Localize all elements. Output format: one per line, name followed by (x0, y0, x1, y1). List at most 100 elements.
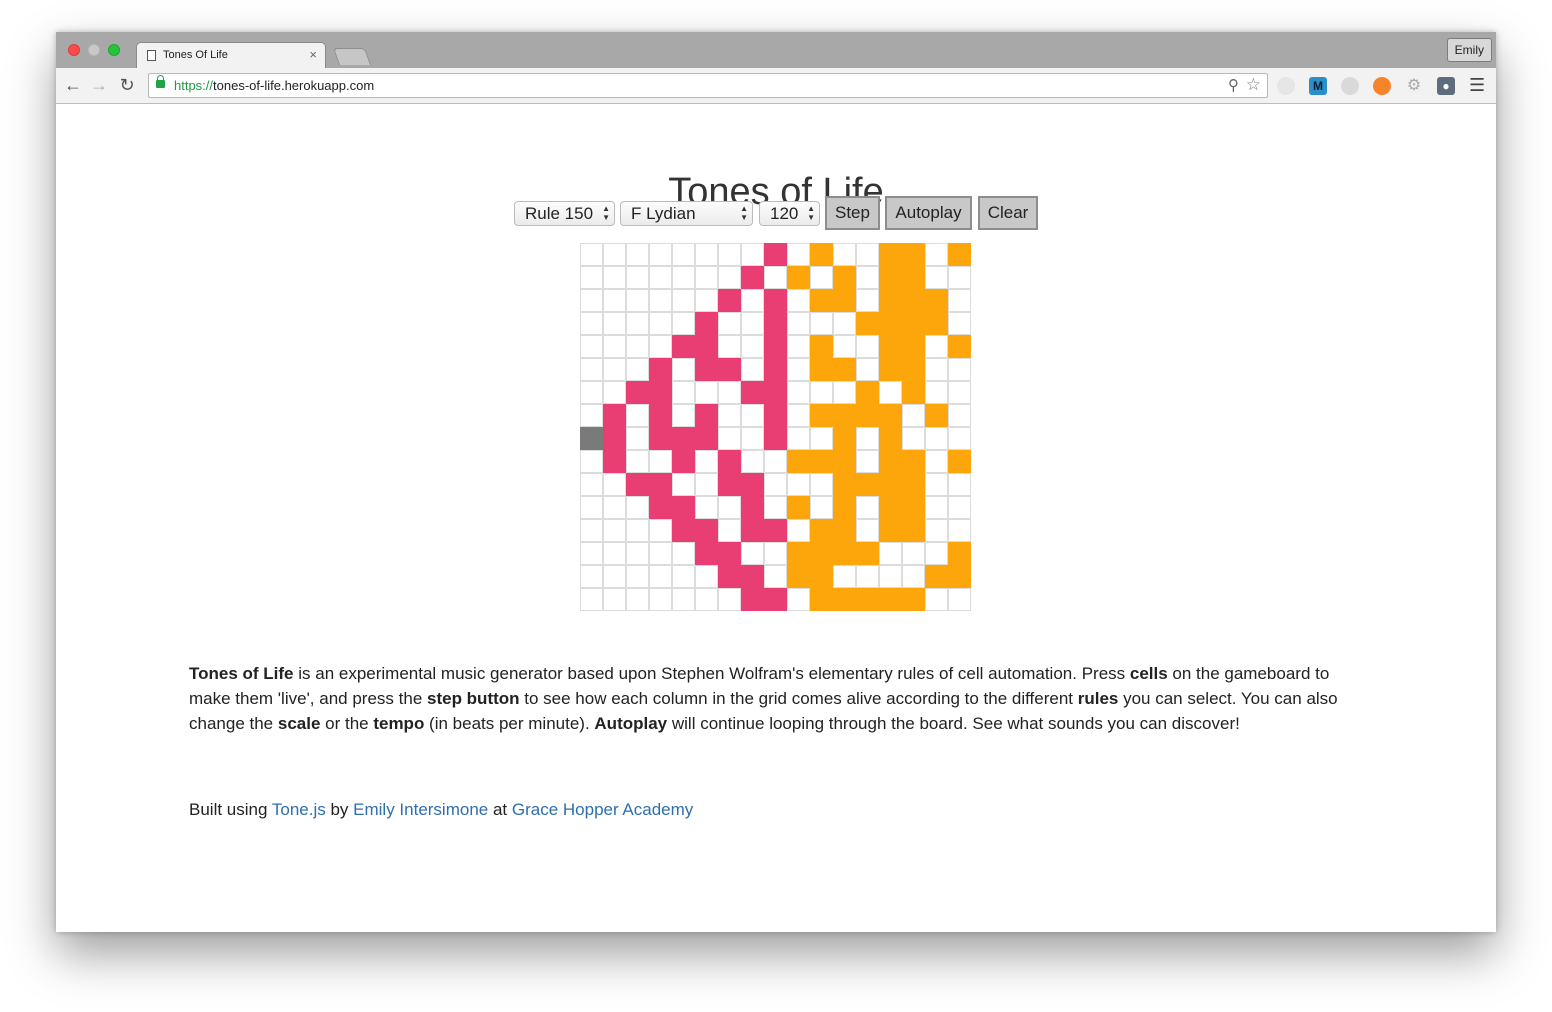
board-cell[interactable] (603, 450, 626, 473)
board-cell[interactable] (902, 358, 925, 381)
board-cell[interactable] (580, 404, 603, 427)
board-cell[interactable] (856, 381, 879, 404)
board-cell[interactable] (695, 381, 718, 404)
board-cell[interactable] (764, 519, 787, 542)
board-cell[interactable] (649, 473, 672, 496)
board-cell[interactable] (580, 542, 603, 565)
board-cell[interactable] (879, 358, 902, 381)
board-cell[interactable] (649, 381, 672, 404)
board-cell[interactable] (810, 289, 833, 312)
board-cell[interactable] (718, 496, 741, 519)
board-cell[interactable] (810, 243, 833, 266)
board-cell[interactable] (580, 289, 603, 312)
board-cell[interactable] (902, 496, 925, 519)
board-cell[interactable] (741, 473, 764, 496)
board-cell[interactable] (741, 243, 764, 266)
board-cell[interactable] (856, 473, 879, 496)
board-cell[interactable] (810, 565, 833, 588)
board-cell[interactable] (672, 427, 695, 450)
board-cell[interactable] (833, 450, 856, 473)
board-cell[interactable] (902, 404, 925, 427)
board-cell[interactable] (649, 289, 672, 312)
board-cell[interactable] (902, 565, 925, 588)
board-cell[interactable] (603, 473, 626, 496)
board-cell[interactable] (626, 404, 649, 427)
board-cell[interactable] (787, 588, 810, 611)
reload-icon[interactable]: ↻ (116, 74, 138, 96)
board-cell[interactable] (626, 289, 649, 312)
extension-icon[interactable] (1277, 77, 1295, 95)
board-cell[interactable] (879, 588, 902, 611)
board-cell[interactable] (649, 358, 672, 381)
board-cell[interactable] (580, 243, 603, 266)
board-cell[interactable] (810, 358, 833, 381)
board-cell[interactable] (948, 266, 971, 289)
board-cell[interactable] (649, 496, 672, 519)
board-cell[interactable] (603, 404, 626, 427)
scale-select[interactable]: F Lydian ▲ ▼ (620, 201, 753, 226)
board-cell[interactable] (879, 496, 902, 519)
board-cell[interactable] (626, 335, 649, 358)
board-cell[interactable] (833, 243, 856, 266)
board-cell[interactable] (626, 381, 649, 404)
board-cell[interactable] (879, 404, 902, 427)
board-cell[interactable] (787, 427, 810, 450)
board-cell[interactable] (810, 427, 833, 450)
board-cell[interactable] (626, 312, 649, 335)
board-cell[interactable] (580, 565, 603, 588)
board-cell[interactable] (649, 519, 672, 542)
board-cell[interactable] (718, 519, 741, 542)
board-cell[interactable] (902, 427, 925, 450)
board-cell[interactable] (672, 266, 695, 289)
board-cell[interactable] (833, 266, 856, 289)
board-cell[interactable] (925, 473, 948, 496)
board-cell[interactable] (925, 381, 948, 404)
board-cell[interactable] (787, 266, 810, 289)
board-cell[interactable] (833, 289, 856, 312)
board-cell[interactable] (879, 335, 902, 358)
board-cell[interactable] (902, 266, 925, 289)
board-cell[interactable] (810, 519, 833, 542)
board-cell[interactable] (902, 542, 925, 565)
board-cell[interactable] (948, 427, 971, 450)
board-cell[interactable] (948, 243, 971, 266)
board-cell[interactable] (787, 473, 810, 496)
extension-icon[interactable] (1341, 77, 1359, 95)
board-cell[interactable] (580, 496, 603, 519)
board-cell[interactable] (603, 427, 626, 450)
board-cell[interactable] (787, 542, 810, 565)
board-cell[interactable] (649, 427, 672, 450)
board-cell[interactable] (787, 404, 810, 427)
board-cell[interactable] (741, 519, 764, 542)
board-cell[interactable] (741, 335, 764, 358)
board-cell[interactable] (925, 519, 948, 542)
board-cell[interactable] (695, 450, 718, 473)
board-cell[interactable] (833, 427, 856, 450)
board-cell[interactable] (833, 312, 856, 335)
board-cell[interactable] (718, 243, 741, 266)
address-bar[interactable]: https://tones-of-life.herokuapp.com ⚲ ☆ (148, 73, 1268, 98)
board-cell[interactable] (672, 404, 695, 427)
board-cell[interactable] (810, 542, 833, 565)
board-cell[interactable] (672, 496, 695, 519)
back-arrow-icon[interactable]: ← (62, 74, 84, 96)
star-icon[interactable]: ☆ (1246, 75, 1261, 95)
board-cell[interactable] (810, 335, 833, 358)
board-cell[interactable] (810, 404, 833, 427)
board-cell[interactable] (902, 381, 925, 404)
board-cell[interactable] (764, 381, 787, 404)
board-cell[interactable] (764, 542, 787, 565)
board-cell[interactable] (718, 588, 741, 611)
board-cell[interactable] (718, 565, 741, 588)
board-cell[interactable] (580, 266, 603, 289)
board-cell[interactable] (580, 358, 603, 381)
board-cell[interactable] (741, 588, 764, 611)
board-cell[interactable] (695, 335, 718, 358)
board-cell[interactable] (718, 473, 741, 496)
minimize-window-button[interactable] (88, 44, 100, 56)
board-cell[interactable] (580, 588, 603, 611)
board-cell[interactable] (856, 565, 879, 588)
board-cell[interactable] (856, 266, 879, 289)
author-link[interactable]: Emily Intersimone (353, 800, 488, 819)
board-cell[interactable] (925, 312, 948, 335)
